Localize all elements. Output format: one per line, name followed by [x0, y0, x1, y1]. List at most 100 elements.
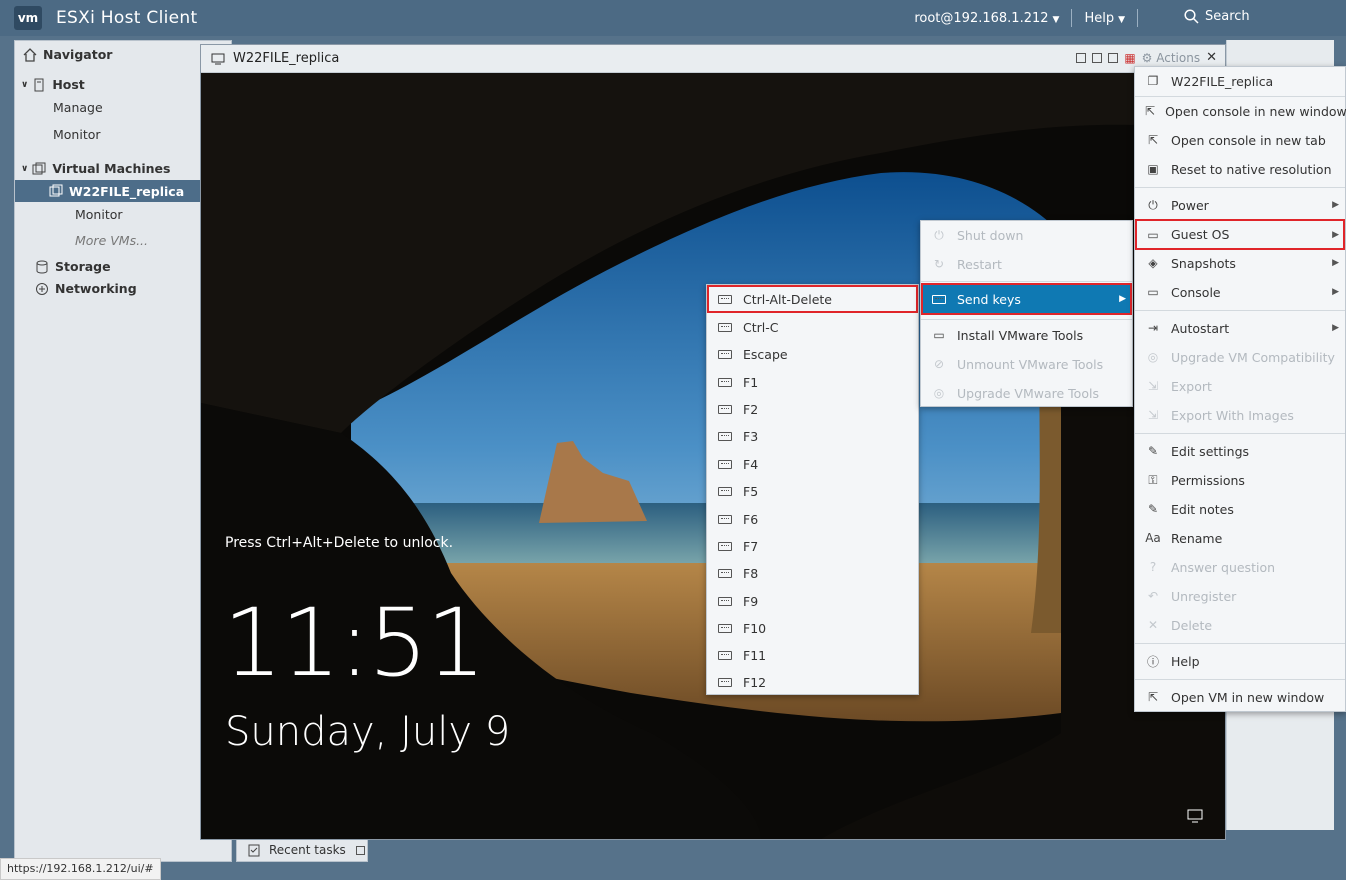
help-menu[interactable]: Help ▼: [1084, 11, 1125, 26]
actions-label: Actions: [1156, 50, 1201, 65]
search-button[interactable]: Search: [1184, 9, 1250, 24]
key-escape[interactable]: Escape: [707, 340, 918, 368]
menu-guest-os[interactable]: ▭ Guest OS ▶: [1135, 219, 1345, 250]
menu-label: Shut down: [957, 227, 1024, 243]
key-f11[interactable]: F11: [707, 641, 918, 669]
menu-label: F9: [743, 593, 759, 609]
restart-icon: ↻: [933, 257, 945, 271]
menu-restart[interactable]: ↻ Restart: [921, 250, 1132, 278]
key-f6[interactable]: F6: [707, 505, 918, 533]
nav-vms-label: Virtual Machines: [52, 161, 171, 176]
key-f12[interactable]: F12: [707, 668, 918, 696]
menu-open-console-new-tab[interactable]: ⇱ Open console in new tab: [1135, 126, 1345, 154]
nav-monitor[interactable]: Monitor: [53, 127, 101, 142]
keyboard-icon: [931, 292, 947, 306]
menu-label: Open VM in new window: [1171, 689, 1325, 705]
key-f5[interactable]: F5: [707, 477, 918, 505]
menu-open-console-new-window[interactable]: ⇱ Open console in new window: [1135, 97, 1346, 125]
menu-rename[interactable]: Aa Rename: [1135, 524, 1345, 552]
menu-permissions[interactable]: ⚿ Permissions: [1135, 466, 1345, 494]
user-menu[interactable]: root@192.168.1.212 ▼: [914, 11, 1059, 26]
network-icon: [36, 282, 48, 295]
guest-os-icon: ▭: [1147, 227, 1159, 242]
notes-icon: ✎: [1147, 502, 1159, 516]
question-icon: ?: [1149, 560, 1157, 574]
actions-button[interactable]: ⚙ Actions: [1142, 51, 1200, 65]
menu-label: Reset to native resolution: [1171, 161, 1332, 177]
recent-tasks-tab[interactable]: Recent tasks: [236, 838, 368, 862]
menu-install-vmware-tools[interactable]: ▭ Install VMware Tools: [921, 321, 1132, 349]
menu-snapshots[interactable]: ◈ Snapshots ▶: [1135, 249, 1345, 277]
menu-label: Edit notes: [1171, 501, 1234, 517]
key-f4[interactable]: F4: [707, 450, 918, 478]
key-ctrl-c[interactable]: Ctrl-C: [707, 313, 918, 341]
menu-upgrade-vmware-tools[interactable]: ◎ Upgrade VMware Tools: [921, 379, 1132, 407]
menu-delete[interactable]: ✕ Delete: [1135, 611, 1345, 639]
menu-label: W22FILE_replica: [1171, 73, 1274, 89]
keyboard-icon: [717, 566, 733, 580]
minimize-icon[interactable]: [1076, 52, 1087, 63]
key-f1[interactable]: F1: [707, 368, 918, 396]
keyboard-layout-icon[interactable]: ▦: [1124, 51, 1135, 65]
key-f2[interactable]: F2: [707, 395, 918, 423]
nav-networking[interactable]: Networking: [35, 281, 137, 296]
key-f3[interactable]: F3: [707, 422, 918, 450]
restore-icon[interactable]: [355, 845, 365, 855]
guest-os-menu: ⏻ Shut down ↻ Restart Send keys ▶ ▭ Install …: [920, 220, 1133, 407]
menu-label: Open console in new tab: [1171, 132, 1326, 148]
key-f7[interactable]: F7: [707, 532, 918, 560]
nav-host[interactable]: ∨ Host: [21, 77, 85, 92]
vm-icon: [32, 162, 46, 174]
menu-export-images[interactable]: ⇲ Export With Images: [1135, 401, 1345, 429]
keyboard-icon: [717, 539, 733, 553]
menu-edit-settings[interactable]: ✎ Edit settings: [1135, 437, 1345, 465]
navigator-label: Navigator: [43, 47, 113, 62]
keyboard-icon: [717, 320, 733, 334]
restore-icon[interactable]: [1092, 52, 1103, 63]
menu-shut-down[interactable]: ⏻ Shut down: [921, 221, 1132, 249]
menu-edit-notes[interactable]: ✎ Edit notes: [1135, 495, 1345, 523]
menu-reset-resolution[interactable]: ▣ Reset to native resolution: [1135, 155, 1345, 183]
display-icon[interactable]: [1187, 809, 1203, 827]
nav-virtual-machines[interactable]: ∨ Virtual Machines: [21, 161, 170, 176]
menu-send-keys[interactable]: Send keys ▶: [921, 283, 1132, 315]
menu-header-vm: ❐ W22FILE_replica: [1135, 67, 1345, 95]
menu-label: Autostart: [1171, 320, 1230, 336]
key-ctrl-alt-delete[interactable]: Ctrl-Alt-Delete: [707, 285, 918, 313]
menu-help[interactable]: ⓘ Help: [1135, 647, 1345, 675]
nav-vm-selected[interactable]: W22FILE_replica: [15, 180, 201, 202]
menu-divider: [921, 319, 1132, 320]
keyboard-icon: [717, 347, 733, 361]
menu-autostart[interactable]: ⇥ Autostart ▶: [1135, 314, 1345, 342]
menu-label: Restart: [957, 256, 1002, 272]
menu-label: Send keys: [957, 291, 1021, 307]
menu-unregister[interactable]: ↶ Unregister: [1135, 582, 1345, 610]
nav-manage[interactable]: Manage: [53, 100, 103, 115]
menu-power[interactable]: ⏻ Power ▶: [1135, 191, 1345, 219]
menu-open-vm-new-window[interactable]: ⇱ Open VM in new window: [1135, 683, 1345, 711]
close-icon[interactable]: ✕: [1206, 50, 1217, 65]
status-url: https://192.168.1.212/ui/#: [0, 858, 161, 880]
lock-message: Press Ctrl+Alt+Delete to unlock.: [225, 535, 454, 551]
key-f8[interactable]: F8: [707, 559, 918, 587]
maximize-icon[interactable]: [1108, 52, 1119, 63]
menu-export[interactable]: ⇲ Export: [1135, 372, 1345, 400]
chevron-right-icon: ▶: [1119, 294, 1126, 304]
menu-console[interactable]: ▭ Console ▶: [1135, 278, 1345, 306]
console-titlebar: W22FILE_replica: [201, 45, 1225, 73]
menu-label: F11: [743, 647, 767, 663]
vm-icon: ❐: [1147, 74, 1159, 88]
nav-vm-monitor[interactable]: Monitor: [75, 207, 123, 222]
nav-more-vms[interactable]: More VMs...: [75, 233, 148, 248]
nav-storage[interactable]: Storage: [35, 259, 111, 274]
upgrade-icon: ◎: [1147, 350, 1159, 364]
key-f9[interactable]: F9: [707, 587, 918, 615]
menu-label: Ctrl-Alt-Delete: [743, 291, 832, 307]
nav-vm-selected-label: W22FILE_replica: [69, 183, 185, 199]
key-f10[interactable]: F10: [707, 614, 918, 642]
menu-label: F5: [743, 483, 759, 499]
menu-unmount-vmware-tools[interactable]: ⊘ Unmount VMware Tools: [921, 350, 1132, 378]
menu-upgrade-compat[interactable]: ◎ Upgrade VM Compatibility: [1135, 343, 1345, 371]
menu-answer-question[interactable]: ? Answer question: [1135, 553, 1345, 581]
keyboard-icon: [717, 512, 733, 526]
